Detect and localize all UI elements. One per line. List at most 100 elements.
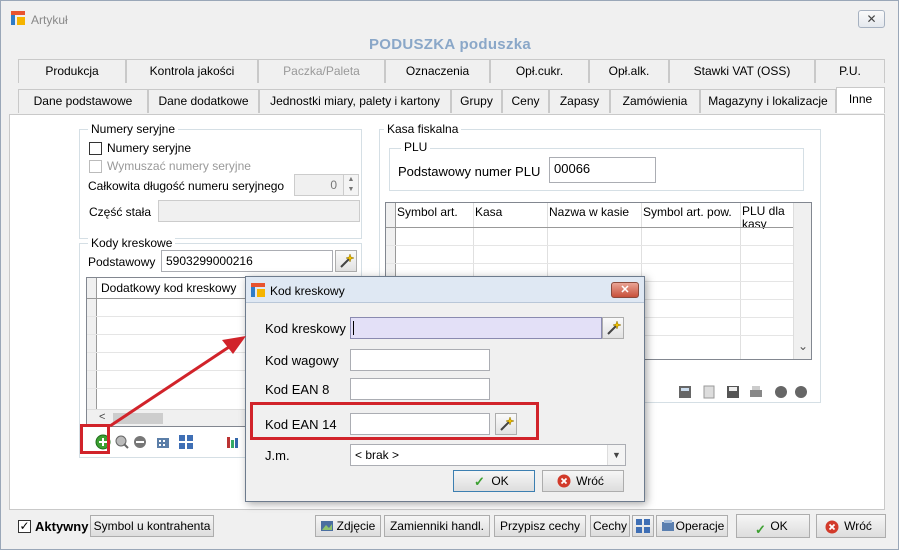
print-icon bbox=[750, 386, 762, 397]
window-titlebar: Artykuł ✕ bbox=[1, 1, 898, 33]
features-grid-button[interactable] bbox=[632, 515, 654, 537]
fiscal-tool-button-2[interactable] bbox=[702, 385, 716, 402]
dialog-weight-code-input[interactable] bbox=[350, 349, 490, 371]
dialog-ean8-input[interactable] bbox=[350, 378, 490, 400]
tab-dane-podstawowe[interactable]: Dane podstawowe bbox=[18, 89, 148, 113]
additional-barcodes-grid[interactable]: Dodatkowy kod kreskowy < bbox=[86, 277, 256, 427]
text-cursor bbox=[353, 321, 354, 335]
dialog-unit-select[interactable]: < brak > bbox=[350, 444, 626, 466]
force-serial-label: Wymuszać numery seryjne bbox=[107, 159, 251, 173]
grid-icon bbox=[636, 519, 650, 533]
tab-dane-dodatkowe[interactable]: Dane dodatkowe bbox=[148, 89, 259, 113]
dialog-barcode-wand-button[interactable] bbox=[602, 317, 624, 339]
operations-button-label: Operacje bbox=[675, 519, 725, 533]
tab-pu[interactable]: P.U. bbox=[815, 59, 885, 83]
plu-label: Podstawowy numer PLU bbox=[398, 164, 541, 179]
photo-button-label: Zdjęcie bbox=[336, 519, 376, 533]
window-close-button[interactable]: ✕ bbox=[858, 10, 885, 28]
tab-kontrola-jakosci[interactable]: Kontrola jakości bbox=[126, 59, 258, 83]
ok-button-label: OK bbox=[770, 519, 788, 533]
barcode-tool-button-2[interactable] bbox=[178, 434, 194, 453]
tab-zapasy[interactable]: Zapasy bbox=[549, 89, 610, 113]
tab-produkcja[interactable]: Produkcja bbox=[18, 59, 126, 83]
fiscal-tool-button-1[interactable] bbox=[678, 385, 692, 402]
active-label: Aktywny bbox=[35, 519, 89, 534]
tab-zamowienia[interactable]: Zamówienia bbox=[610, 89, 700, 113]
col-symbol-art: Symbol art. bbox=[397, 205, 458, 219]
scroll-down-icon[interactable]: ⌄ bbox=[798, 339, 808, 353]
features-button[interactable]: Cechy bbox=[590, 515, 630, 537]
serial-length-spin[interactable]: ▲ ▼ bbox=[343, 174, 359, 196]
fixed-part-label: Część stała bbox=[89, 205, 152, 219]
barcode-tool-button-1[interactable] bbox=[155, 434, 171, 453]
grid-header-additional-barcode: Dodatkowy kod kreskowy bbox=[101, 281, 237, 295]
tab-opl-alk[interactable]: Opł.alk. bbox=[589, 59, 669, 83]
tab-stawki-vat[interactable]: Stawki VAT (OSS) bbox=[669, 59, 815, 83]
fiscal-tool-button-4[interactable] bbox=[749, 385, 763, 402]
serial-numbers-label: Numery seryjne bbox=[107, 141, 192, 155]
tab-inne[interactable]: Inne bbox=[836, 87, 885, 113]
operations-button[interactable]: Operacje bbox=[656, 515, 728, 537]
barcode-tool-button-3[interactable] bbox=[225, 434, 241, 453]
dialog-titlebar: Kod kreskowy ✕ bbox=[246, 277, 644, 303]
tab-paczka-paleta[interactable]: Paczka/Paleta bbox=[258, 59, 385, 83]
document-icon bbox=[703, 385, 715, 399]
serial-length-stepper[interactable]: 0 bbox=[294, 174, 344, 196]
chart-icon bbox=[227, 437, 238, 448]
app-logo-icon bbox=[11, 11, 25, 25]
cancel-icon bbox=[557, 474, 571, 494]
dialog-barcode-input[interactable] bbox=[350, 317, 602, 339]
symbol-contractor-button[interactable]: Symbol u kontrahenta bbox=[90, 515, 214, 537]
dialog-back-label: Wróć bbox=[576, 474, 604, 488]
tab-opl-cukr[interactable]: Opł.cukr. bbox=[490, 59, 589, 83]
tab-oznaczenia[interactable]: Oznaczenia bbox=[385, 59, 490, 83]
dialog-close-button[interactable]: ✕ bbox=[611, 282, 639, 298]
magic-wand-icon bbox=[340, 253, 355, 268]
fiscal-tool-button-3[interactable] bbox=[726, 385, 740, 402]
delete-barcode-button[interactable] bbox=[132, 434, 148, 453]
dialog-ok-button[interactable]: ✓ OK bbox=[453, 470, 535, 492]
tab-jednostki-miary[interactable]: Jednostki miary, palety i kartony bbox=[259, 89, 451, 113]
col-kasa: Kasa bbox=[475, 205, 503, 219]
save-icon bbox=[727, 386, 739, 398]
primary-barcode-input[interactable]: 5903299000216 bbox=[161, 250, 333, 272]
cancel-icon bbox=[825, 519, 839, 541]
spin-up-icon[interactable]: ▲ bbox=[344, 175, 358, 185]
tab-grupy[interactable]: Grupy bbox=[451, 89, 502, 113]
fiscal-group-title: Kasa fiskalna bbox=[384, 122, 462, 136]
back-button[interactable]: Wróć bbox=[816, 514, 886, 538]
operations-icon bbox=[661, 519, 675, 539]
magic-wand-icon bbox=[607, 320, 622, 335]
fiscal-vertical-scrollbar[interactable]: ⌄ bbox=[793, 203, 811, 359]
dialog-unit-label: J.m. bbox=[265, 448, 290, 463]
dialog-back-button[interactable]: Wróć bbox=[542, 470, 624, 492]
barcode-dialog: Kod kreskowy ✕ Kod kreskowy Kod wagowy K… bbox=[245, 276, 645, 502]
serial-length-label: Całkowita długość numeru seryjnego bbox=[88, 179, 285, 193]
scrollbar-thumb[interactable] bbox=[113, 413, 163, 424]
horizontal-scrollbar[interactable]: < bbox=[87, 409, 255, 426]
assign-features-button[interactable]: Przypisz cechy bbox=[494, 515, 586, 537]
dialog-ean8-label: Kod EAN 8 bbox=[265, 382, 330, 397]
tab-magazyny[interactable]: Magazyny i lokalizacje bbox=[700, 89, 836, 113]
serial-numbers-checkbox[interactable] bbox=[89, 142, 102, 155]
fiscal-tool-button-5[interactable] bbox=[774, 385, 788, 402]
magnifier-icon bbox=[115, 435, 129, 449]
search-barcode-button[interactable] bbox=[114, 434, 130, 453]
force-serial-checkbox[interactable] bbox=[89, 160, 102, 173]
barcode-wand-button[interactable] bbox=[335, 250, 357, 272]
dialog-barcode-label: Kod kreskowy bbox=[265, 321, 346, 336]
col-symbol-art-pow: Symbol art. pow. bbox=[643, 205, 732, 219]
photo-button[interactable]: Zdjęcie bbox=[315, 515, 381, 537]
spin-down-icon[interactable]: ▼ bbox=[344, 185, 358, 195]
fixed-part-input[interactable] bbox=[158, 200, 360, 222]
chevron-down-icon[interactable]: ▼ bbox=[607, 445, 625, 465]
fiscal-tool-button-6[interactable] bbox=[794, 385, 808, 402]
barcodes-group-title: Kody kreskowe bbox=[88, 236, 176, 250]
scroll-left-icon[interactable]: < bbox=[99, 411, 105, 423]
tab-ceny[interactable]: Ceny bbox=[502, 89, 549, 113]
substitutes-button[interactable]: Zamienniki handl. bbox=[384, 515, 490, 537]
ok-button[interactable]: ✓ OK bbox=[736, 514, 810, 538]
active-checkbox[interactable]: ✓ bbox=[18, 520, 31, 533]
plu-input[interactable]: 00066 bbox=[549, 157, 656, 183]
grid-icon bbox=[179, 435, 193, 449]
